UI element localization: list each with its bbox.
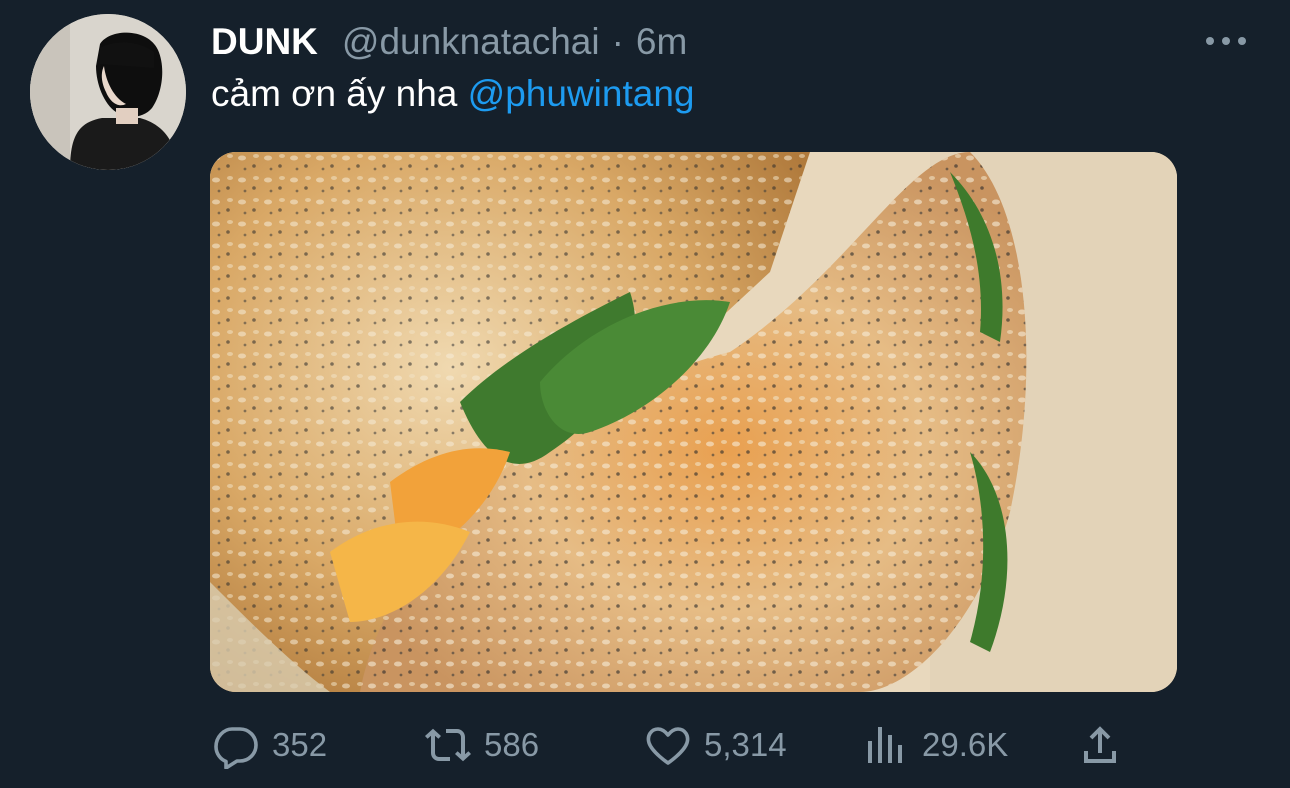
like-count: 5,314: [704, 726, 787, 763]
retweet-button[interactable]: 586: [424, 718, 539, 772]
author-avatar[interactable]: [30, 14, 186, 170]
dot-icon: [1238, 37, 1246, 45]
tweet-media-image[interactable]: [210, 152, 1177, 692]
tweet-header: DUNK @dunknatachai · 6m: [211, 20, 687, 64]
tweet-text: cảm ơn ấy nha @phuwintang: [211, 72, 695, 116]
author-handle[interactable]: @dunknatachai: [342, 21, 600, 63]
analytics-icon: [868, 727, 902, 763]
more-options-button[interactable]: [1206, 28, 1246, 54]
retweet-count: 586: [484, 726, 540, 763]
reply-count: 352: [272, 726, 328, 763]
tweet-timestamp[interactable]: 6m: [636, 21, 687, 63]
mention-link[interactable]: @phuwintang: [468, 73, 695, 114]
author-name[interactable]: DUNK: [211, 21, 318, 63]
dot-icon: [1222, 37, 1230, 45]
tweet-text-body: cảm ơn ấy nha: [211, 73, 468, 114]
reply-icon: [214, 727, 258, 769]
share-button[interactable]: [1076, 718, 1124, 772]
tweet-actions: 352 586 5,314 29.6K: [212, 718, 1132, 772]
retweet-icon: [425, 728, 471, 762]
profile-photo-icon: [30, 14, 186, 170]
view-count: 29.6K: [922, 726, 1009, 763]
heart-icon: [646, 727, 690, 765]
bagel-sandwich-photo-icon: [210, 152, 1177, 692]
dot-icon: [1206, 37, 1214, 45]
share-icon: [1084, 726, 1116, 763]
reply-button[interactable]: 352: [212, 718, 327, 772]
views-button[interactable]: 29.6K: [862, 718, 1008, 772]
header-separator: ·: [611, 21, 624, 62]
like-button[interactable]: 5,314: [644, 718, 787, 772]
